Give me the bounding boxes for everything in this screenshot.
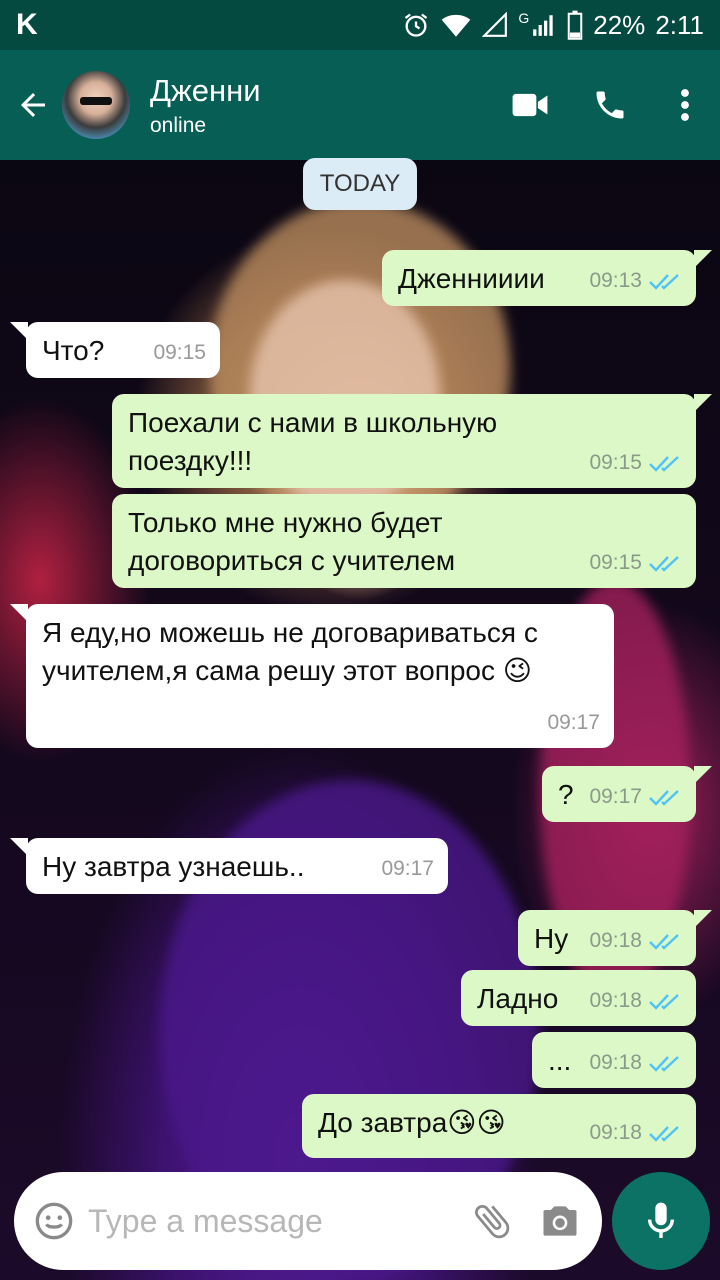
contact-status: online: [150, 114, 207, 137]
message-outgoing[interactable]: Поехали с нами в школьную поездку!!! 09:…: [112, 394, 712, 488]
status-bar: K G 22% 2:11: [0, 0, 720, 50]
message-outgoing[interactable]: ? 09:17: [542, 766, 712, 822]
message-time: 09:17: [547, 711, 600, 734]
battery-percent: 22%: [593, 9, 646, 40]
more-vert-icon: [681, 89, 689, 121]
message-time: 09:15: [589, 451, 642, 474]
read-ticks-icon: [649, 556, 679, 572]
read-ticks-icon: [649, 274, 679, 290]
read-ticks-icon: [649, 1056, 679, 1072]
message-outgoing[interactable]: Дженнииии 09:13: [382, 250, 712, 306]
voice-record-button[interactable]: [612, 1172, 710, 1270]
message-text: Поехали с нами в школьную поездку!!!: [128, 407, 498, 476]
battery-icon: [568, 10, 583, 40]
phone-icon: [596, 91, 624, 119]
message-composer: [14, 1172, 602, 1270]
network-type-label: G: [518, 10, 530, 26]
more-options-button[interactable]: [650, 50, 720, 160]
message-incoming[interactable]: Что? 09:15: [10, 322, 220, 378]
video-camera-icon: [512, 93, 548, 117]
message-time: 09:17: [381, 857, 434, 880]
date-divider: TODAY: [303, 158, 417, 210]
voice-call-button[interactable]: [570, 50, 650, 160]
message-time: 09:18: [589, 929, 642, 952]
back-button[interactable]: [4, 50, 62, 160]
emoji-icon[interactable]: [34, 1201, 74, 1241]
message-input[interactable]: [88, 1202, 448, 1240]
message-outgoing[interactable]: Только мне нужно будет договориться с уч…: [112, 494, 696, 588]
chat-header: Дженни online: [0, 50, 720, 160]
message-outgoing[interactable]: Ну 09:18: [518, 910, 712, 966]
message-outgoing[interactable]: До завтра😘😘 09:18: [302, 1094, 696, 1158]
message-text: Я еду,но можешь не договариваться с учит…: [42, 617, 538, 686]
signal-empty-icon: [482, 12, 508, 37]
message-time: 09:15: [589, 551, 642, 574]
read-ticks-icon: [649, 456, 679, 472]
message-time: 09:17: [589, 785, 642, 808]
video-call-button[interactable]: [490, 50, 570, 160]
cell-signal-icon: [533, 15, 553, 36]
read-ticks-icon: [649, 790, 679, 806]
message-text: Ну завтра узнаешь..: [42, 851, 305, 882]
message-time: 09:18: [589, 1121, 642, 1144]
camera-icon[interactable]: [538, 1199, 582, 1243]
wifi-icon: [442, 14, 471, 37]
message-time: 09:18: [589, 1051, 642, 1074]
read-ticks-icon: [649, 1126, 679, 1142]
message-time: 09:13: [589, 269, 642, 292]
clock: 2:11: [655, 9, 704, 40]
app-notification-icon: K: [16, 8, 38, 41]
message-incoming[interactable]: Ну завтра узнаешь.. 09:17: [10, 838, 448, 894]
attachment-icon[interactable]: [470, 1199, 514, 1243]
message-outgoing[interactable]: ... 09:18: [532, 1032, 696, 1088]
read-ticks-icon: [649, 994, 679, 1010]
message-time: 09:15: [153, 341, 206, 364]
message-text: Только мне нужно будет договориться с уч…: [128, 507, 456, 576]
avatar[interactable]: [62, 71, 130, 139]
contact-info[interactable]: Дженни online: [150, 72, 261, 138]
message-time: 09:18: [589, 989, 642, 1012]
microphone-icon: [647, 1202, 675, 1238]
read-ticks-icon: [649, 934, 679, 950]
message-incoming[interactable]: Я еду,но можешь не договариваться с учит…: [10, 604, 614, 748]
contact-name: Дженни: [150, 73, 261, 108]
message-outgoing[interactable]: Ладно 09:18: [461, 970, 696, 1026]
arrow-left-icon: [21, 93, 45, 117]
alarm-icon: [405, 13, 428, 37]
